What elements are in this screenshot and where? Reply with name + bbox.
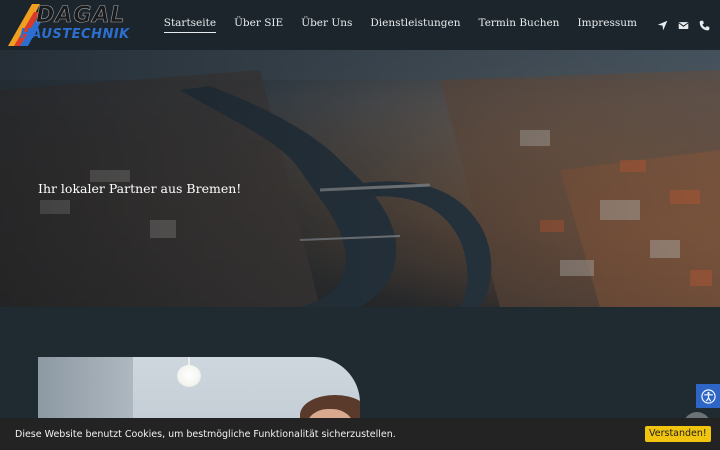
nav-item-ueber-sie[interactable]: Über SIE — [234, 17, 283, 33]
lamp-bulb-icon — [177, 365, 201, 387]
nav-item-ueber-uns[interactable]: Über Uns — [301, 17, 352, 33]
main-nav: Startseite Über SIE Über Uns Dienstleist… — [146, 0, 710, 50]
phone-icon[interactable] — [698, 19, 710, 31]
hero-banner: Ihr lokaler Partner aus Bremen! — [0, 50, 720, 307]
site-logo[interactable]: DAGAL HAUSTECHNIK — [6, 2, 138, 48]
nav-item-termin-buchen[interactable]: Termin Buchen — [479, 17, 560, 33]
nav-item-dienstleistungen[interactable]: Dienstleistungen — [370, 17, 460, 33]
logo-text-bottom: HAUSTECHNIK — [20, 27, 130, 42]
accessibility-icon — [700, 388, 716, 404]
location-arrow-icon[interactable] — [656, 19, 668, 31]
logo-text-top: DAGAL — [36, 3, 126, 29]
envelope-icon[interactable] — [677, 19, 689, 31]
nav-icon-group — [647, 19, 710, 31]
hero-overlay — [0, 50, 720, 307]
accessibility-toggle-button[interactable] — [696, 384, 720, 408]
cookie-accept-button[interactable]: Verstanden! — [645, 426, 711, 442]
cookie-message: Diese Website benutzt Cookies, um bestmö… — [15, 429, 396, 440]
cookie-banner: Diese Website benutzt Cookies, um bestmö… — [0, 418, 720, 450]
nav-item-startseite[interactable]: Startseite — [163, 17, 217, 33]
nav-item-impressum[interactable]: Impressum — [577, 17, 637, 33]
site-header: DAGAL HAUSTECHNIK Startseite Über SIE Üb… — [0, 0, 720, 50]
hero-tagline: Ihr lokaler Partner aus Bremen! — [38, 181, 242, 196]
